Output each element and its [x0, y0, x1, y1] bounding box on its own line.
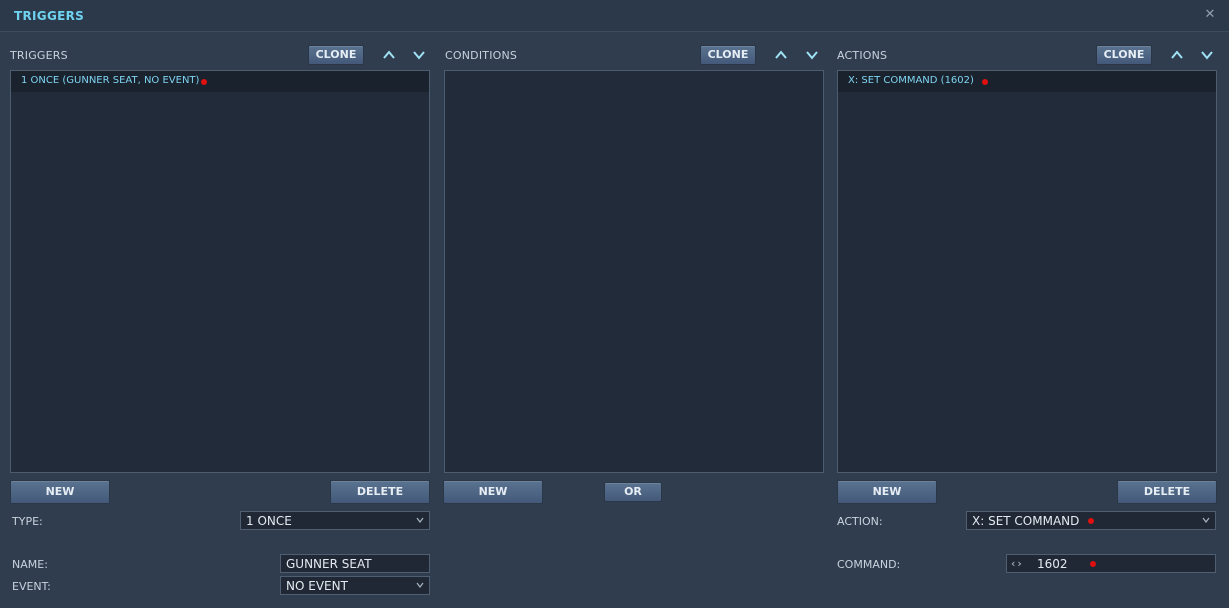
triggers-delete-button[interactable]: DELETE — [330, 480, 430, 504]
conditions-move-down-icon[interactable] — [805, 48, 819, 62]
type-label: TYPE: — [12, 515, 43, 528]
action-item-label: X: SET COMMAND (1602) — [848, 75, 974, 86]
triggers-move-down-icon[interactable] — [412, 48, 426, 62]
triggers-list[interactable]: 1 ONCE (GUNNER SEAT, NO EVENT) — [10, 70, 430, 473]
actions-move-down-icon[interactable] — [1200, 48, 1214, 62]
conditions-move-up-icon[interactable] — [774, 48, 788, 62]
conditions-clone-button[interactable]: CLONE — [700, 45, 756, 65]
conditions-list[interactable] — [444, 70, 824, 473]
command-stepper[interactable]: ‹› 1602 — [1006, 554, 1216, 573]
triggers-window: TRIGGERS ✕ TRIGGERS CLONE 1 ONCE (GUNNER… — [0, 0, 1229, 608]
action-select[interactable]: X: SET COMMAND — [966, 511, 1216, 530]
actions-new-button[interactable]: NEW — [837, 480, 937, 504]
close-icon[interactable]: ✕ — [1203, 8, 1217, 22]
type-value: 1 ONCE — [246, 514, 292, 528]
command-value: 1602 — [1037, 557, 1068, 571]
conditions-or-button[interactable]: OR — [604, 482, 662, 502]
type-select[interactable]: 1 ONCE — [240, 511, 430, 530]
actions-delete-button[interactable]: DELETE — [1117, 480, 1217, 504]
chevron-down-icon — [415, 580, 425, 590]
trigger-item-label: 1 ONCE (GUNNER SEAT, NO EVENT) — [21, 75, 200, 86]
window-title: TRIGGERS — [14, 9, 85, 23]
name-label: NAME: — [12, 558, 48, 571]
triggers-clone-button[interactable]: CLONE — [308, 45, 364, 65]
chevron-down-icon — [415, 515, 425, 525]
title-bar: TRIGGERS ✕ — [0, 0, 1229, 32]
event-label: EVENT: — [12, 580, 51, 593]
conditions-header: CONDITIONS — [445, 49, 518, 62]
event-value: NO EVENT — [286, 579, 348, 593]
actions-list-item[interactable]: X: SET COMMAND (1602) — [838, 71, 1216, 92]
error-dot-icon — [1090, 561, 1096, 567]
action-label: ACTION: — [837, 515, 883, 528]
actions-header: ACTIONS — [837, 49, 888, 62]
triggers-header: TRIGGERS — [10, 49, 68, 62]
error-dot-icon — [982, 79, 988, 85]
actions-move-up-icon[interactable] — [1170, 48, 1184, 62]
name-value: GUNNER SEAT — [286, 557, 372, 571]
triggers-new-button[interactable]: NEW — [10, 480, 110, 504]
action-value: X: SET COMMAND — [972, 514, 1080, 528]
error-dot-icon — [201, 79, 207, 85]
error-dot-icon — [1088, 518, 1094, 524]
chevron-down-icon — [1201, 515, 1211, 525]
conditions-new-button[interactable]: NEW — [443, 480, 543, 504]
triggers-move-up-icon[interactable] — [382, 48, 396, 62]
command-label: COMMAND: — [837, 558, 901, 571]
name-input[interactable]: GUNNER SEAT — [280, 554, 430, 573]
actions-list[interactable]: X: SET COMMAND (1602) — [837, 70, 1217, 473]
stepper-arrows-icon[interactable]: ‹› — [1011, 557, 1024, 570]
actions-clone-button[interactable]: CLONE — [1096, 45, 1152, 65]
event-select[interactable]: NO EVENT — [280, 576, 430, 595]
triggers-list-item[interactable]: 1 ONCE (GUNNER SEAT, NO EVENT) — [11, 71, 429, 92]
